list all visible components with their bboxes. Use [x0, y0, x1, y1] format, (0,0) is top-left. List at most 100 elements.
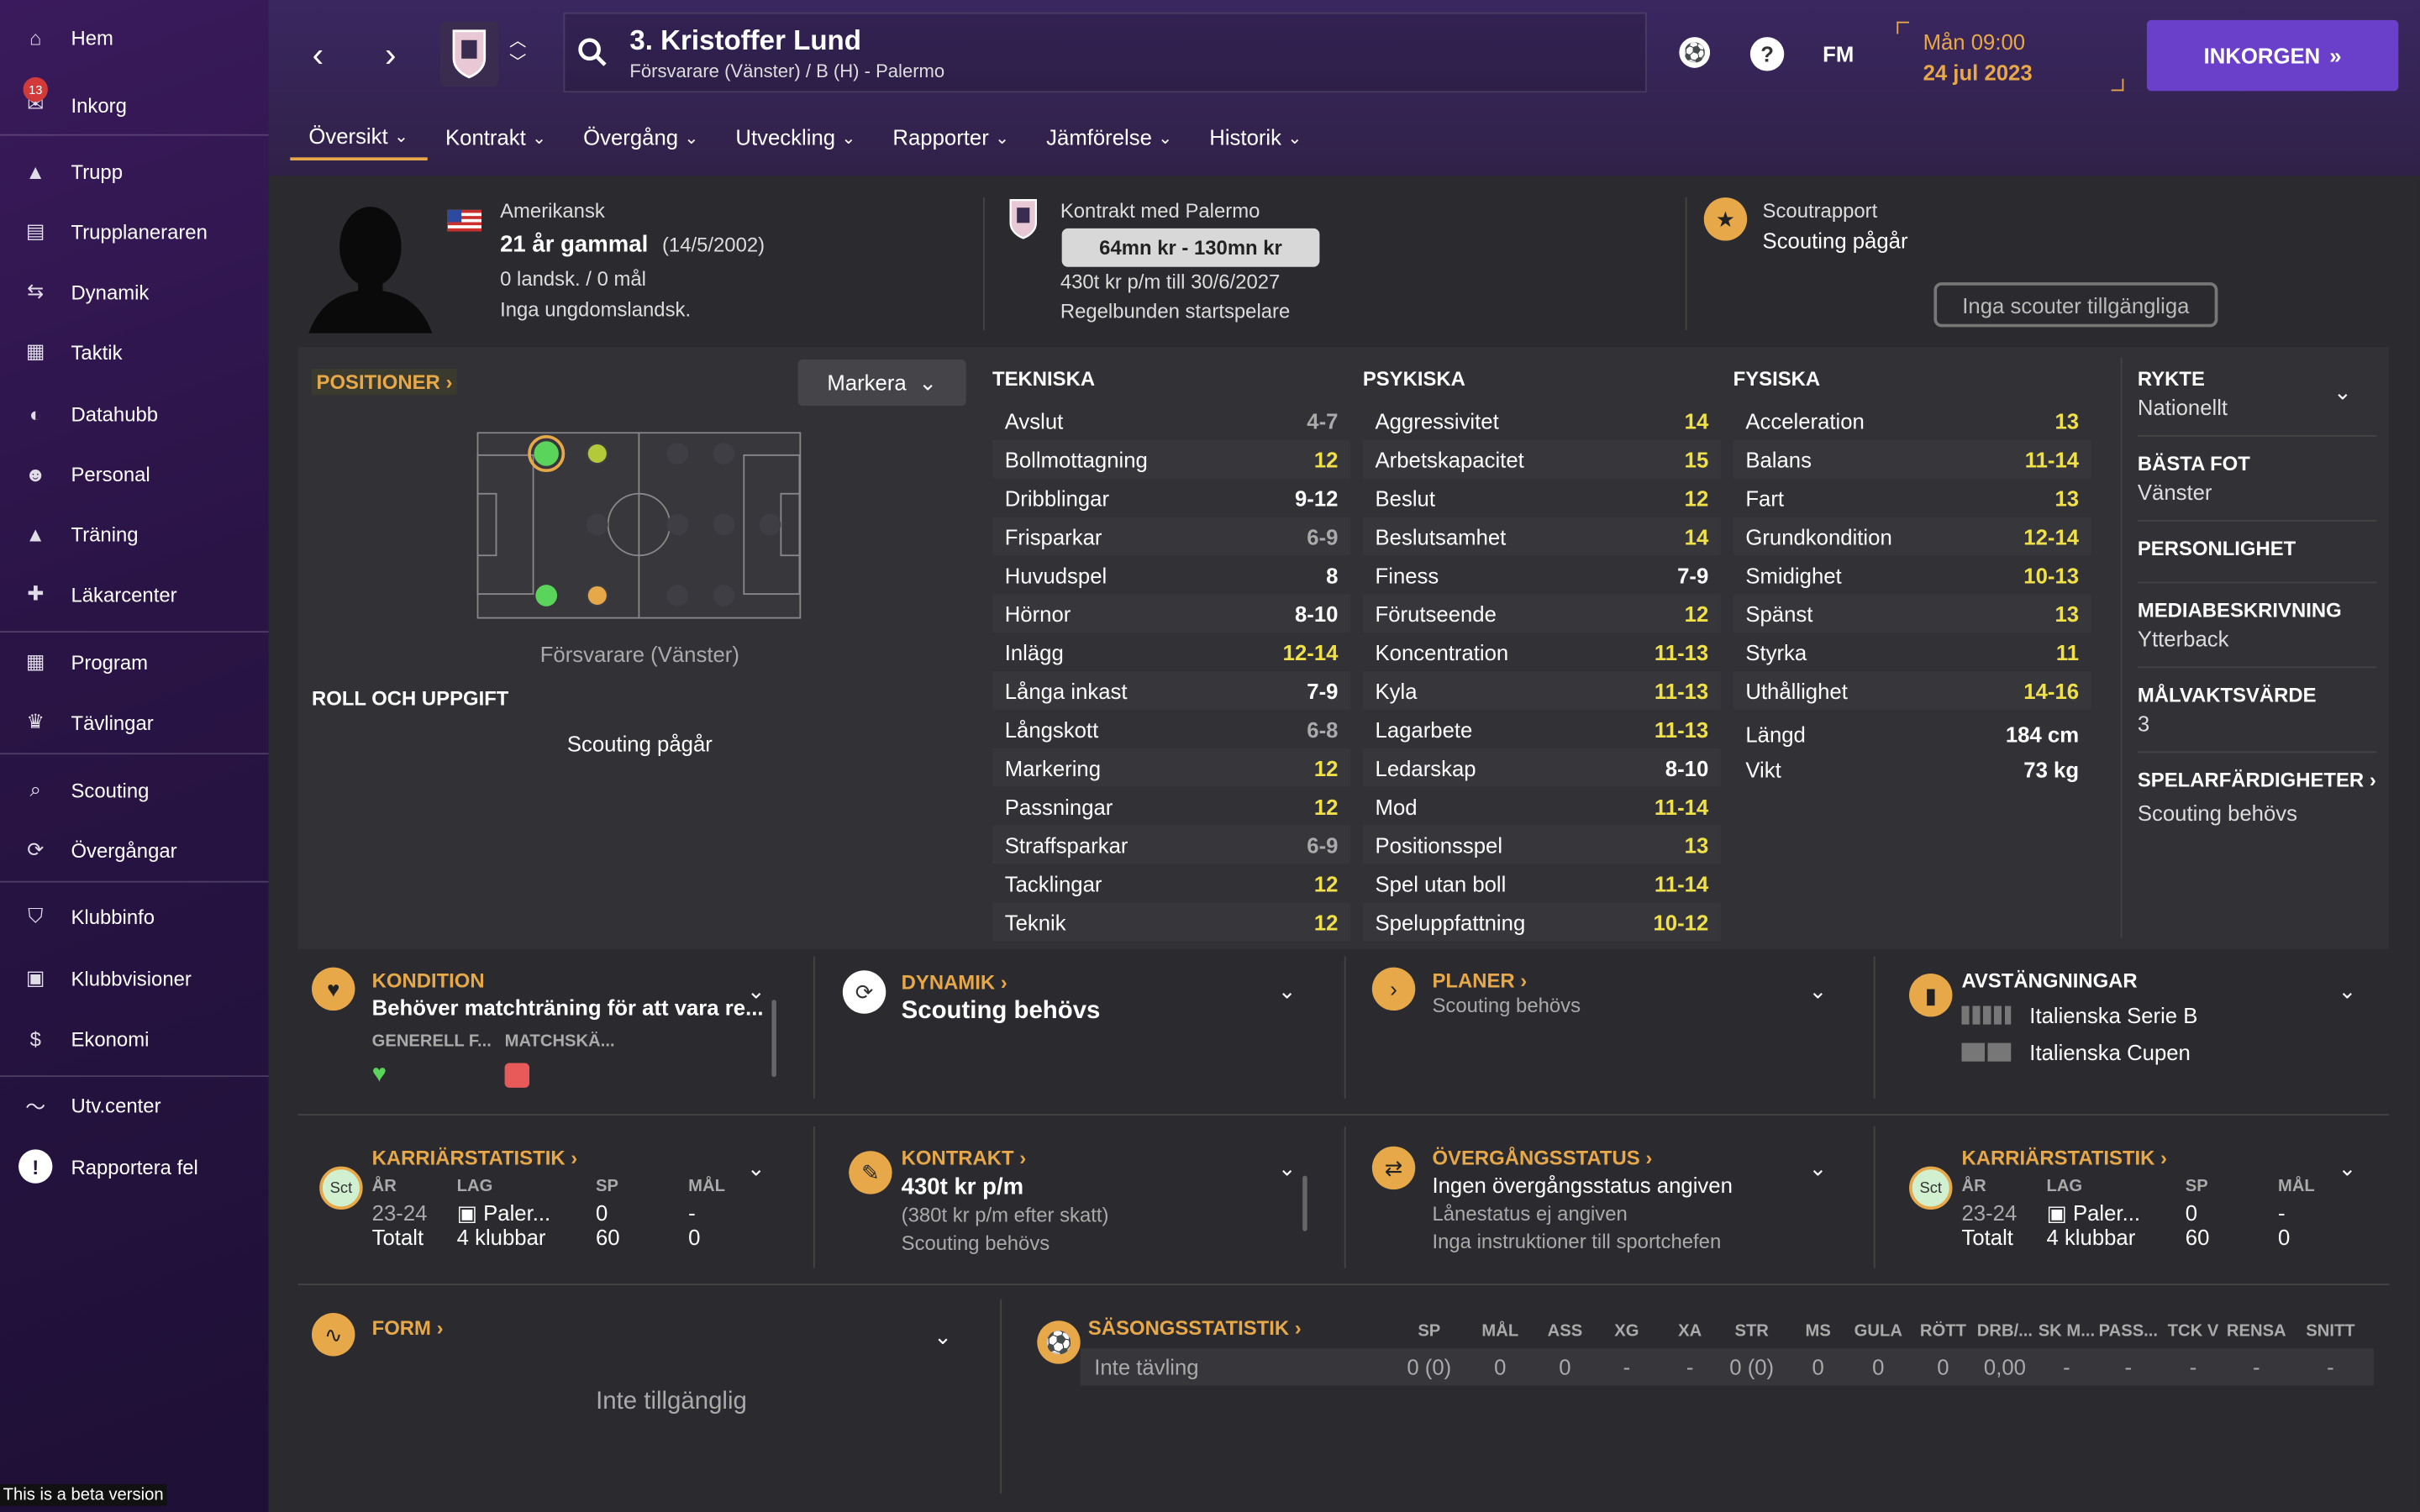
sidebar-item-dynamik[interactable]: ⇆ Dynamik	[0, 267, 269, 317]
tab-jämförelse[interactable]: Jämförelse ⌄	[1028, 114, 1191, 160]
sidebar-item-hem[interactable]: ⌂ Hem	[0, 13, 269, 62]
career-stats-title-2[interactable]: KARRIÄRSTATISTIK ›	[1961, 1147, 2167, 1170]
sidebar-item-övergångar[interactable]: ⟳ Övergångar	[0, 826, 269, 875]
attribute-row[interactable]: Teknik 12	[992, 902, 1351, 942]
attribute-row[interactable]: Spänst 13	[1733, 594, 2091, 633]
sidebar-item-klubbvisioner[interactable]: ▣ Klubbvisioner	[0, 953, 269, 1003]
inbox-continue-button[interactable]: INKORGEN »	[2146, 19, 2399, 92]
attribute-row[interactable]: Huvudspel 8	[992, 555, 1350, 594]
back-button[interactable]: ‹	[299, 34, 336, 76]
scrollbar[interactable]	[771, 1000, 776, 1078]
tab-övergång[interactable]: Övergång ⌄	[565, 114, 717, 160]
attribute-row[interactable]: Acceleration 13	[1733, 402, 2091, 440]
dynamics-title[interactable]: DYNAMIK ›	[902, 970, 1007, 994]
attribute-row[interactable]: Förutseende 12	[1362, 594, 1721, 633]
chevron-down-icon[interactable]: ⌄	[1809, 1156, 1828, 1182]
transfer-status-title[interactable]: ÖVERGÅNGSSTATUS ›	[1432, 1147, 1652, 1170]
transfer-value-pill[interactable]: 64mn kr - 130mn kr	[1061, 228, 1320, 267]
tab-rapporter[interactable]: Rapporter ⌄	[874, 114, 1028, 160]
attribute-row[interactable]: Balans 11-14	[1733, 439, 2091, 479]
tab-översikt[interactable]: Översikt ⌄	[290, 114, 427, 161]
help-icon[interactable]: ?	[1749, 37, 1785, 71]
attribute-row[interactable]: Straffsparkar 6-9	[992, 825, 1351, 864]
plans-title[interactable]: PLANER ›	[1432, 969, 1527, 992]
sidebar-item-trupplaneraren[interactable]: ▤ Trupplaneraren	[0, 207, 269, 256]
chevron-down-icon[interactable]: ⌄	[2338, 978, 2357, 1004]
football-icon[interactable]: ⚽	[1679, 37, 1711, 68]
attribute-row[interactable]: Beslutsamhet 14	[1362, 517, 1721, 556]
chevron-up-icon[interactable]: ︿	[509, 31, 526, 53]
attribute-row[interactable]: Koncentration 11-13	[1363, 633, 1721, 671]
sidebar-item-klubbinfo[interactable]: ⛉ Klubbinfo	[0, 892, 269, 942]
attribute-row[interactable]: Hörnor 8-10	[992, 594, 1351, 633]
sidebar-item-datahubb[interactable]: ◐ Datahubb	[0, 389, 269, 438]
attribute-row[interactable]: Arbetskapacitet 15	[1362, 439, 1721, 479]
attribute-row[interactable]: Ledarskap 8-10	[1362, 748, 1721, 787]
career-stats-title[interactable]: KARRIÄRSTATISTIK ›	[372, 1147, 578, 1170]
fm-logo[interactable]: FM	[1823, 42, 1854, 66]
attribute-row[interactable]: Dribblingar 9-12	[992, 478, 1350, 517]
attribute-row[interactable]: Grundkondition 12-14	[1733, 517, 2091, 556]
attribute-row[interactable]: Finess 7-9	[1363, 555, 1721, 594]
attribute-row[interactable]: Kyla 11-13	[1362, 670, 1721, 710]
mark-dropdown[interactable]: Markera ⌄	[797, 359, 966, 407]
positions-header[interactable]: POSITIONER ›	[312, 368, 457, 396]
no-scouts-button[interactable]: Inga scouter tillgängliga	[1933, 282, 2218, 328]
forward-button[interactable]: ›	[372, 34, 409, 76]
sidebar-item-läkarcenter[interactable]: ✚ Läkarcenter	[0, 570, 269, 619]
attribute-row[interactable]: Uthållighet 14-16	[1733, 670, 2091, 710]
attribute-row[interactable]: Styrka 11	[1733, 633, 2091, 671]
chevron-down-icon[interactable]: ⌄	[747, 1156, 765, 1182]
sidebar-item-scouting[interactable]: ⌕ Scouting	[0, 765, 269, 815]
chevron-down-icon[interactable]: ⌄	[1278, 1156, 1297, 1182]
chevron-down-icon[interactable]: ⌄	[1278, 978, 1297, 1004]
attribute-row[interactable]: Positionsspel 13	[1362, 825, 1721, 864]
attribute-row[interactable]: Långskott 6-8	[992, 710, 1350, 748]
briefcase-icon: ▣	[25, 965, 45, 990]
search-icon[interactable]	[577, 37, 608, 76]
attribute-row[interactable]: Speluppfattning 10-12	[1362, 902, 1721, 942]
chevron-down-icon[interactable]: ⌄	[2338, 1156, 2357, 1182]
sidebar-item-utv-center[interactable]: 〜 Utv.center	[0, 1080, 269, 1130]
sidebar-item-ekonomi[interactable]: $ Ekonomi	[0, 1014, 269, 1063]
sidebar-item-inkorg[interactable]: ✉ 13 Inkorg	[0, 76, 269, 130]
attribute-row[interactable]: Mod 11-14	[1363, 787, 1721, 826]
chevron-down-icon[interactable]: ﹀	[509, 52, 526, 74]
sidebar-item-träning[interactable]: ▲ Träning	[0, 509, 269, 559]
chevron-down-icon[interactable]: ⌄	[747, 978, 765, 1004]
sidebar-item-personal[interactable]: ☻ Personal	[0, 449, 269, 498]
scrollbar[interactable]	[1302, 1175, 1307, 1231]
chevron-down-icon[interactable]: ⌄	[2333, 380, 2352, 406]
sidebar-item-rapportera-fel[interactable]: ! Rapportera fel	[0, 1142, 269, 1191]
attribute-row[interactable]: Passningar 12	[992, 787, 1350, 826]
condition-title[interactable]: KONDITION	[372, 969, 485, 992]
attribute-row[interactable]: Lagarbete 11-13	[1363, 710, 1721, 748]
attribute-row[interactable]: Bollmottagning 12	[992, 439, 1351, 479]
tab-historik[interactable]: Historik ⌄	[1191, 114, 1320, 160]
form-title[interactable]: FORM ›	[372, 1316, 444, 1340]
sidebar-item-trupp[interactable]: ▲ Trupp	[0, 146, 269, 196]
attribute-row[interactable]: Tacklingar 12	[992, 864, 1350, 903]
club-crest[interactable]	[439, 21, 499, 87]
sidebar-item-tävlingar[interactable]: ♛ Tävlingar	[0, 697, 269, 747]
attribute-row[interactable]: Spel utan boll 11-14	[1363, 864, 1721, 903]
chevron-down-icon[interactable]: ⌄	[1809, 978, 1828, 1004]
sidebar-item-taktik[interactable]: ▦ Taktik	[0, 327, 269, 376]
tab-utveckling[interactable]: Utveckling ⌄	[717, 114, 874, 160]
attribute-name: Förutseende	[1375, 601, 1497, 626]
player-traits-header[interactable]: SPELARFÄRDIGHETER ›	[2138, 769, 2377, 792]
squad-scroll-arrows[interactable]: ︿ ﹀	[509, 31, 526, 74]
tab-kontrakt[interactable]: Kontrakt ⌄	[427, 114, 565, 160]
contract-card-title[interactable]: KONTRAKT ›	[902, 1147, 1027, 1170]
attribute-row[interactable]: Långa inkast 7-9	[992, 670, 1351, 710]
attribute-row[interactable]: Inlägg 12-14	[992, 633, 1350, 671]
chevron-down-icon[interactable]: ⌄	[934, 1324, 952, 1350]
attribute-row[interactable]: Markering 12	[992, 748, 1351, 787]
attribute-row[interactable]: Avslut 4-7	[992, 402, 1350, 440]
attribute-row[interactable]: Fart 13	[1733, 478, 2091, 517]
attribute-row[interactable]: Aggressivitet 14	[1363, 402, 1721, 440]
attribute-row[interactable]: Beslut 12	[1363, 478, 1721, 517]
sidebar-item-program[interactable]: ▦ Program	[0, 638, 269, 687]
attribute-row[interactable]: Smidighet 10-13	[1733, 555, 2091, 594]
attribute-row[interactable]: Frisparkar 6-9	[992, 517, 1351, 556]
